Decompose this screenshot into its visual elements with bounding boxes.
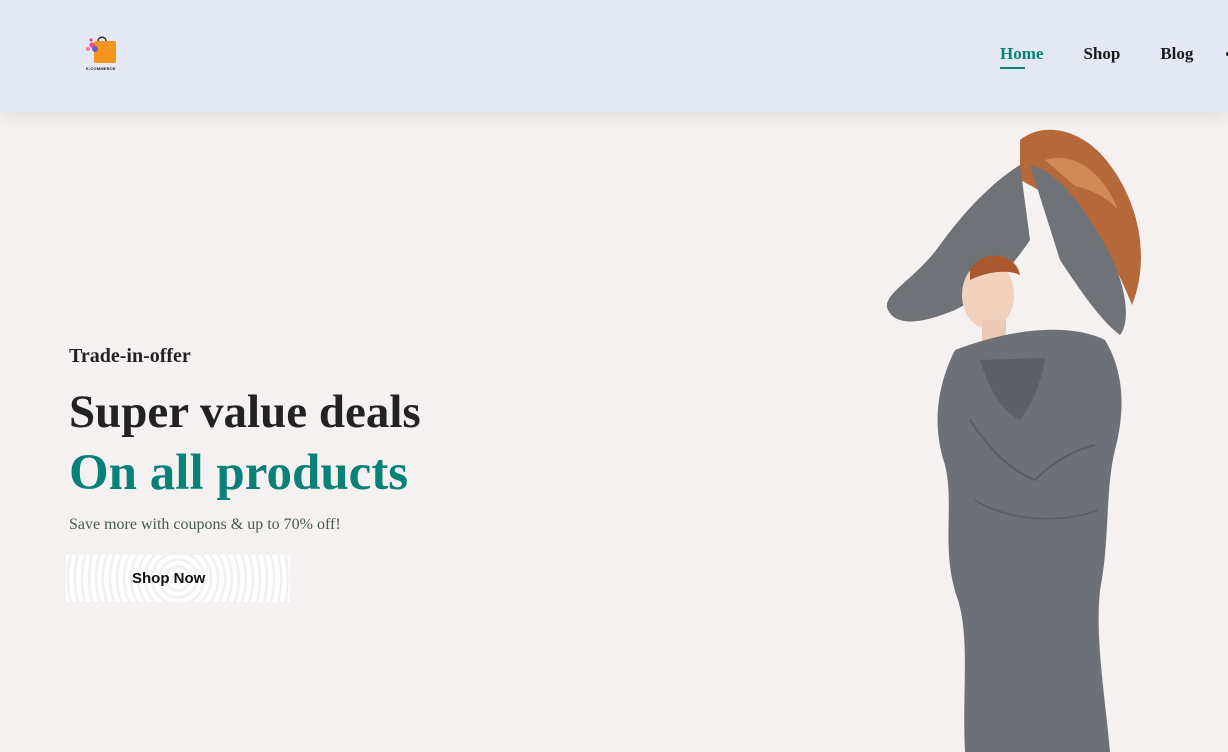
main-nav: Home Shop Blog (1000, 44, 1228, 69)
nav-home[interactable]: Home (1000, 44, 1043, 69)
brand-logo[interactable]: E-COMMERCE (84, 33, 124, 75)
shop-now-button[interactable]: Shop Now (66, 555, 290, 602)
nav-shop[interactable]: Shop (1083, 44, 1120, 64)
hero-subtext: Save more with coupons & up to 70% off! (69, 516, 341, 533)
hero-headline: Super value deals (69, 386, 421, 438)
hero-model-image (886, 129, 1141, 752)
hero-kicker: Trade-in-offer (69, 345, 191, 367)
logo-text: E-COMMERCE (86, 66, 116, 71)
site-header: E-COMMERCE Home Shop Blog (0, 0, 1228, 112)
nav-blog[interactable]: Blog (1160, 44, 1193, 64)
hero-headline-accent: On all products (69, 445, 409, 501)
